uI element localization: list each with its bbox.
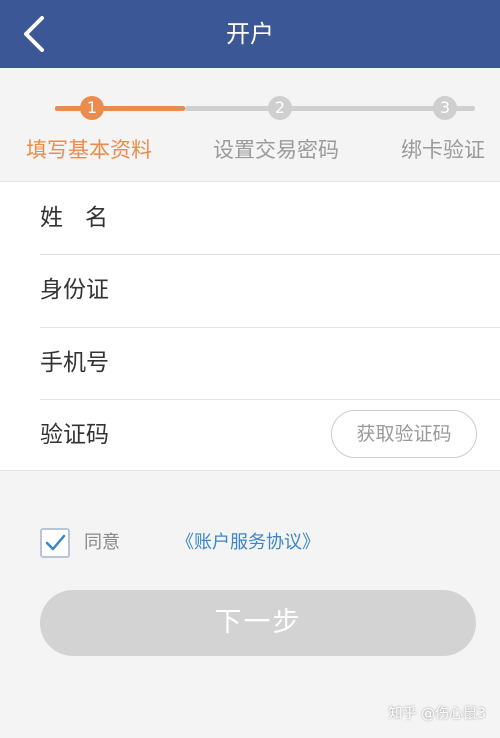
agreement-checkbox[interactable] — [40, 528, 70, 558]
name-input[interactable] — [150, 196, 470, 240]
step-progress-line-active — [55, 106, 185, 111]
name-row: 姓名 — [0, 182, 500, 254]
watermark: 知乎 @伤心鼠3 — [388, 706, 486, 722]
id-row: 身份证 — [0, 254, 500, 326]
phone-label: 手机号 — [40, 350, 109, 376]
id-label: 身份证 — [40, 277, 109, 303]
step-1-dot: 1 — [80, 96, 104, 120]
step-indicator: 1 2 3 填写基本资料 设置交易密码 绑卡验证 — [0, 68, 500, 180]
next-step-button[interactable]: 下一步 — [40, 590, 476, 656]
agreement-text: 同意 — [84, 532, 120, 553]
name-label: 姓名 — [40, 205, 130, 231]
phone-input[interactable] — [150, 341, 470, 385]
page: 开户 1 2 3 填写基本资料 设置交易密码 绑卡验证 姓名 身份证 手机号 验… — [0, 0, 500, 738]
step-progress-line-inactive — [185, 106, 475, 111]
header-bar: 开户 — [0, 0, 500, 68]
account-form: 姓名 身份证 手机号 验证码 获取验证码 — [0, 181, 500, 471]
agreement-link[interactable]: 《账户服务协议》 — [176, 528, 320, 558]
agreement-row: 同意 《账户服务协议》 — [40, 528, 340, 558]
code-row: 验证码 获取验证码 — [0, 399, 500, 471]
step-2-label: 设置交易密码 — [213, 138, 339, 162]
get-code-button[interactable]: 获取验证码 — [331, 410, 477, 458]
step-2-dot: 2 — [268, 96, 292, 120]
code-input[interactable] — [150, 413, 320, 457]
page-title: 开户 — [226, 20, 274, 48]
step-3-dot: 3 — [433, 96, 457, 120]
step-1-label: 填写基本资料 — [26, 138, 152, 162]
id-input[interactable] — [150, 268, 470, 312]
phone-row: 手机号 — [0, 327, 500, 399]
step-3-label: 绑卡验证 — [401, 138, 485, 162]
checkmark-icon — [45, 534, 66, 551]
code-label: 验证码 — [40, 422, 109, 448]
